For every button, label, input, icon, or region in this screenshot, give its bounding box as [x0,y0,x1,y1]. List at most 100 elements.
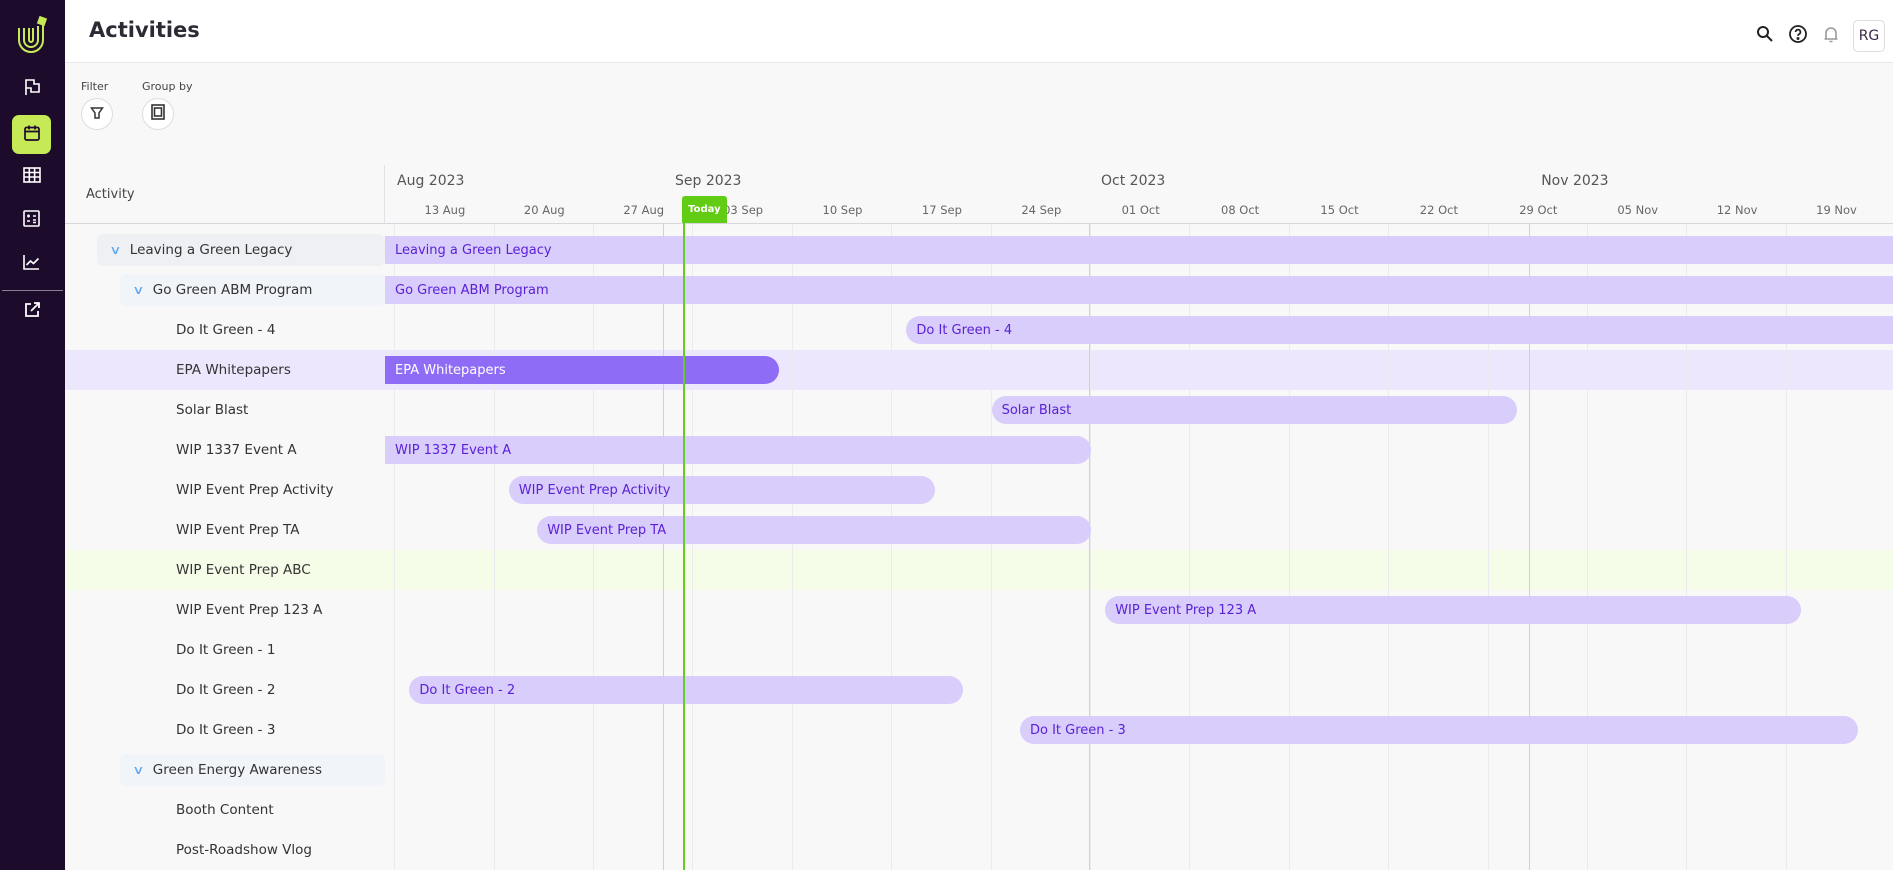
week-gridline [791,224,793,870]
activity-bar[interactable]: Do It Green - 4 [906,316,1893,344]
activity-name[interactable]: EPA Whitepapers [176,350,291,390]
activity-name[interactable]: WIP Event Prep TA [176,510,299,550]
activity-column-header: Activity [86,187,135,202]
timeline-header: Aug 2023 Sep 2023 Oct 2023 Nov 2023 13 Aug 20… [384,165,1893,223]
chart-icon [23,254,40,274]
week-label: 22 Oct [1419,203,1458,217]
filter-button[interactable] [81,98,113,130]
bar-label: WIP Event Prep Activity [518,482,671,498]
bar-label: Do It Green - 3 [1030,722,1126,738]
activity-bar[interactable]: Go Green ABM Program [385,276,1893,304]
activity-name[interactable]: WIP Event Prep 123 A [176,590,322,630]
activity-name-text: Post-Roadshow Vlog [176,842,312,858]
week-label: 05 Nov [1617,203,1659,217]
flag-icon [23,78,41,100]
activity-name-text: WIP Event Prep TA [176,522,300,538]
external-link-icon [23,301,41,323]
activity-name-text: Do It Green - 2 [176,682,276,698]
sidebar-item-budget[interactable] [12,201,51,240]
month-label: Nov 2023 [1541,173,1609,189]
month-label: Aug 2023 [397,173,465,189]
activity-bar[interactable]: Do It Green - 3 [1020,716,1858,744]
activity-name[interactable]: Do It Green - 3 [176,710,275,750]
top-header: Activities RG [65,0,1893,63]
week-gridline [593,224,594,870]
week-label: 12 Nov [1716,203,1758,217]
chevron-down-icon[interactable]: ∨ [109,243,121,257]
week-label: 29 Oct [1519,203,1558,217]
week-label: 13 Aug [424,203,466,217]
bar-label: Solar Blast [1001,402,1072,418]
activity-bar[interactable]: Leaving a Green Legacy [385,236,1893,264]
week-label: 24 Sep [1021,203,1062,217]
bar-label: EPA Whitepapers [395,362,506,378]
week-label: 10 Sep [822,203,863,217]
chevron-down-icon[interactable]: ∨ [132,763,144,777]
search-icon[interactable] [1755,24,1775,44]
sidebar-item-table[interactable] [12,157,51,196]
filter-icon [90,105,104,124]
week-label: 03 Sep [723,203,764,217]
sidebar-item-analytics[interactable] [12,244,51,283]
activity-bar[interactable]: WIP Event Prep TA [537,516,1091,544]
week-label: 17 Sep [921,203,962,217]
week-label: 20 Aug [523,203,565,217]
week-gridline [891,224,893,870]
activity-name-text: WIP Event Prep ABC [176,562,311,578]
logo [16,15,48,56]
activity-bar[interactable]: WIP Event Prep Activity [508,476,935,504]
bar-label: WIP Event Prep TA [547,522,667,538]
activity-name[interactable]: WIP Event Prep Activity [176,470,334,510]
activity-name-text: Booth Content [176,802,274,818]
bar-label: WIP 1337 Event A [395,442,512,458]
activity-name[interactable]: WIP 1337 Event A [176,430,297,470]
activity-bar[interactable]: EPA Whitepapers [385,356,779,384]
sidebar-divider [2,290,63,291]
activity-name-text: Leaving a Green Legacy [129,242,293,258]
activity-name[interactable]: ∨ Leaving a Green Legacy [109,230,293,270]
activity-name[interactable]: Booth Content [176,790,274,830]
activity-name[interactable]: Do It Green - 1 [176,630,275,670]
help-icon[interactable] [1788,24,1808,44]
activity-name[interactable]: Do It Green - 2 [176,670,275,710]
activity-name[interactable]: Solar Blast [176,390,248,430]
bell-icon[interactable] [1821,24,1841,44]
group-by-label: Group by [142,80,193,93]
filter-label: Filter [81,80,109,93]
activity-name-text: Go Green ABM Program [152,282,313,298]
group-by-button[interactable] [142,98,174,130]
bar-label: WIP Event Prep 123 A [1115,602,1257,618]
week-label: 08 Oct [1221,203,1260,217]
activity-bar[interactable]: WIP Event Prep 123 A [1105,596,1801,624]
week-gridline [692,224,694,870]
sidebar-item-campaigns[interactable] [12,69,51,108]
activity-name-text: WIP Event Prep 123 A [176,602,323,618]
week-label: 15 Oct [1320,203,1359,217]
week-gridline [493,224,495,870]
activity-name[interactable]: Do It Green - 4 [176,310,275,350]
activity-bar[interactable]: WIP 1337 Event A [385,436,1091,464]
activity-name[interactable]: ∨ Go Green ABM Program [132,270,313,310]
activity-name[interactable]: Post-Roadshow Vlog [176,830,312,870]
bar-label: Go Green ABM Program [395,282,549,298]
activity-bar[interactable]: Do It Green - 2 [409,676,964,704]
table-icon [22,166,41,187]
user-avatar[interactable]: RG [1853,20,1885,52]
activity-name-text: WIP Event Prep Activity [176,482,334,498]
activity-name-text: Do It Green - 3 [176,722,276,738]
sidebar-item-calendar[interactable] [12,115,51,154]
bar-label: Do It Green - 4 [916,322,1013,338]
today-marker: Today [682,196,727,223]
week-gridline [394,224,396,870]
calculator-icon [23,210,40,231]
activity-name-text: EPA Whitepapers [176,362,291,378]
activity-name[interactable]: WIP Event Prep ABC [176,550,311,590]
group-icon [151,104,165,124]
activity-name[interactable]: ∨ Green Energy Awareness [132,750,322,790]
activity-name-text: WIP 1337 Event A [176,442,297,458]
activity-bar[interactable]: Solar Blast [991,396,1517,424]
activity-name-text: Solar Blast [176,402,249,418]
chevron-down-icon[interactable]: ∨ [132,283,144,297]
month-label: Oct 2023 [1101,173,1166,189]
sidebar-item-external[interactable] [12,292,51,331]
